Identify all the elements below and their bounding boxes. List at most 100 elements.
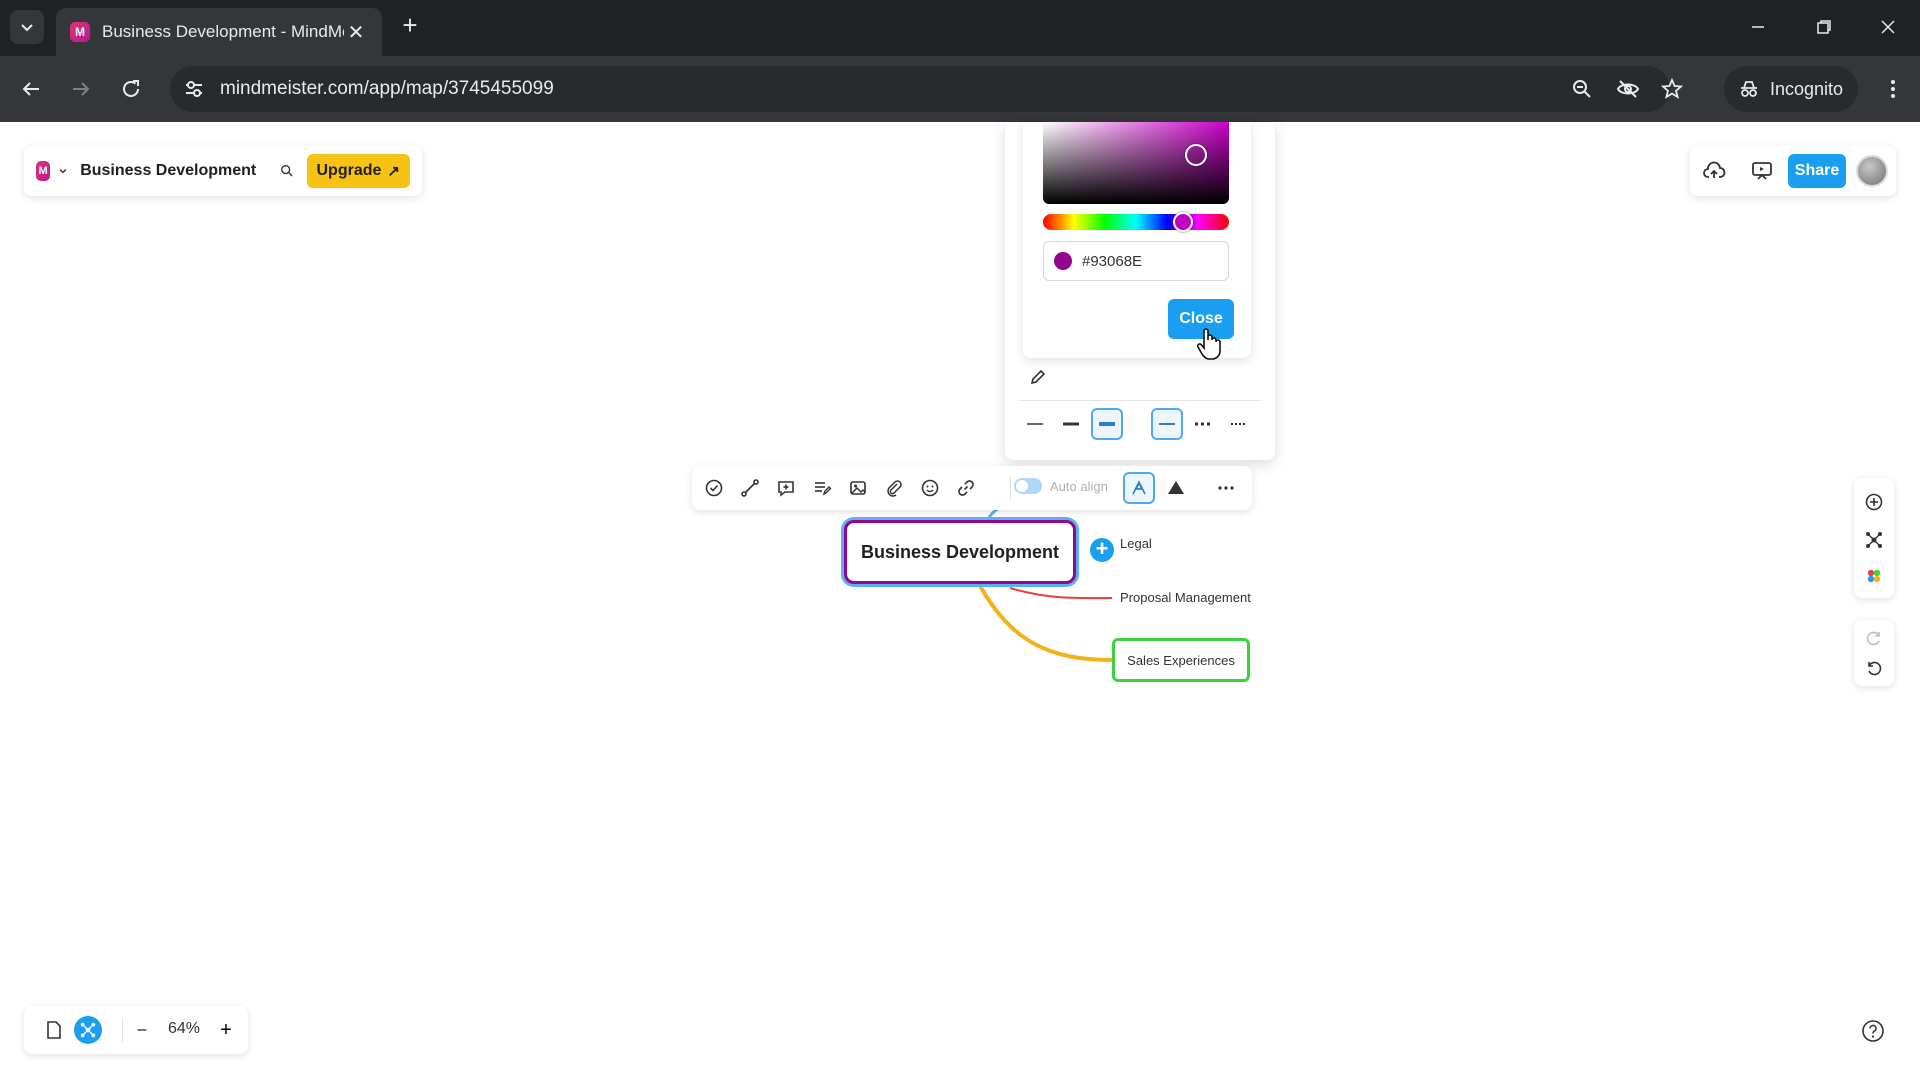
topic-style-panel: #93068E Close (1005, 122, 1275, 460)
tab-title: Business Development - MindMeister (102, 22, 344, 41)
paperclip-icon (887, 480, 902, 497)
tune-icon[interactable] (182, 77, 206, 101)
mindmap-view-icon (80, 1022, 96, 1038)
connection-icon (741, 479, 759, 497)
redo-icon (1866, 631, 1880, 646)
undo-button[interactable] (1862, 656, 1886, 680)
back-button[interactable] (14, 72, 48, 106)
color-picker: #93068E Close (1023, 122, 1251, 360)
palette-icon (1867, 569, 1881, 583)
root-topic[interactable]: Business Development (844, 520, 1076, 584)
back-arrow-icon (22, 82, 39, 96)
map-title[interactable]: Business Development (80, 162, 256, 180)
line-medium-option[interactable] (1055, 408, 1087, 440)
branch-sales-experiences (976, 581, 1113, 662)
plus-circle-icon (1865, 493, 1883, 511)
toggle-switch[interactable] (1014, 478, 1042, 494)
redo-button[interactable] (1862, 626, 1886, 650)
topic-toolbar: Auto align (692, 466, 1252, 510)
divider (122, 1018, 123, 1042)
star-icon[interactable] (1660, 77, 1684, 101)
cloud-upload-icon[interactable] (1702, 159, 1726, 183)
chevron-down-icon[interactable] (58, 164, 68, 178)
theme-button[interactable] (1164, 476, 1188, 500)
hex-value: #93068E (1082, 252, 1143, 270)
line-dashed-option[interactable] (1223, 408, 1255, 440)
auto-align-label: Auto align (1050, 478, 1108, 494)
eye-off-icon[interactable] (1616, 77, 1640, 101)
emoji-button[interactable] (918, 476, 942, 500)
link-button[interactable] (954, 476, 978, 500)
restore-icon (1817, 20, 1831, 34)
upgrade-label: Upgrade (316, 162, 382, 179)
new-tab-button[interactable]: + (396, 12, 424, 40)
saturation-handle[interactable] (1185, 144, 1207, 166)
forward-button[interactable] (64, 72, 98, 106)
topic-style-button[interactable] (1123, 472, 1155, 504)
presentation-icon[interactable] (1750, 159, 1774, 183)
incognito-indicator[interactable]: Incognito (1724, 66, 1858, 112)
upgrade-button[interactable]: Upgrade ↗ (306, 154, 410, 188)
comment-icon (778, 481, 794, 497)
reload-icon (123, 80, 139, 97)
line-thin-option[interactable] (1019, 408, 1051, 440)
zoom-in-button[interactable]: + (214, 1018, 238, 1042)
tab-search-button[interactable] (10, 10, 44, 44)
line-solid-icon (1159, 423, 1175, 425)
line-dotted-option[interactable] (1187, 408, 1219, 440)
pencil-icon[interactable] (1029, 368, 1047, 386)
hue-slider[interactable] (1043, 214, 1229, 230)
address-bar[interactable]: mindmeister.com/app/map/3745455099 (170, 66, 1684, 112)
attachment-button[interactable] (882, 476, 906, 500)
share-button[interactable]: Share (1788, 154, 1846, 188)
topic-proposal-management[interactable]: Proposal Management (1120, 590, 1251, 605)
history-card (1854, 620, 1894, 686)
zoom-out-button[interactable]: – (130, 1018, 154, 1042)
connect-button[interactable] (738, 476, 762, 500)
image-icon (850, 481, 866, 495)
theme-palette-button[interactable] (1862, 564, 1886, 588)
magnifier-icon[interactable] (1570, 77, 1594, 101)
zoom-level[interactable]: 64% (168, 1020, 200, 1038)
line-thick-option[interactable] (1091, 408, 1123, 440)
view-zoom-bar: – 64% + (24, 1006, 248, 1054)
minimize-icon (1752, 26, 1764, 28)
comment-button[interactable] (774, 476, 798, 500)
mindmap-view-button[interactable] (74, 1016, 102, 1044)
browser-menu-button[interactable] (1876, 72, 1910, 106)
mindmeister-logo-icon[interactable]: M (36, 161, 51, 181)
divider (1019, 400, 1261, 401)
note-button[interactable] (810, 476, 834, 500)
incognito-label: Incognito (1770, 78, 1844, 99)
add-floating-topic-button[interactable] (1862, 490, 1886, 514)
help-icon[interactable] (1860, 1018, 1886, 1044)
restore-button[interactable] (1804, 10, 1844, 44)
topic-legal[interactable]: Legal (1120, 536, 1152, 551)
hue-handle[interactable] (1173, 212, 1193, 232)
line-dotted-icon (1195, 422, 1211, 426)
divider (1010, 476, 1011, 500)
right-toolbar (1854, 478, 1894, 786)
tab-close-icon[interactable]: ✕ (344, 20, 368, 45)
image-button[interactable] (846, 476, 870, 500)
line-dashed-icon (1231, 423, 1247, 425)
browser-tab-active[interactable]: M Business Development - MindMeister ✕ (56, 8, 382, 56)
avatar[interactable] (1856, 155, 1888, 187)
incognito-icon (1741, 81, 1757, 97)
map-structure-button[interactable] (1862, 528, 1886, 552)
task-button[interactable] (702, 476, 726, 500)
topic-sales-experiences[interactable]: Sales Experiences (1112, 638, 1250, 682)
search-icon[interactable] (280, 161, 294, 181)
auto-align-toggle[interactable]: Auto align (1014, 478, 1108, 494)
color-swatch (1054, 252, 1072, 270)
add-topic-button[interactable]: + (1090, 538, 1114, 562)
more-button[interactable] (1214, 476, 1238, 500)
forward-arrow-icon (73, 82, 90, 96)
reload-button[interactable] (114, 72, 148, 106)
hex-input[interactable]: #93068E (1043, 241, 1229, 281)
minimize-button[interactable] (1738, 10, 1778, 44)
window-close-button[interactable] (1868, 10, 1908, 44)
line-solid-option[interactable] (1151, 408, 1183, 440)
note-icon (815, 482, 832, 496)
outline-view-button[interactable] (42, 1018, 66, 1042)
